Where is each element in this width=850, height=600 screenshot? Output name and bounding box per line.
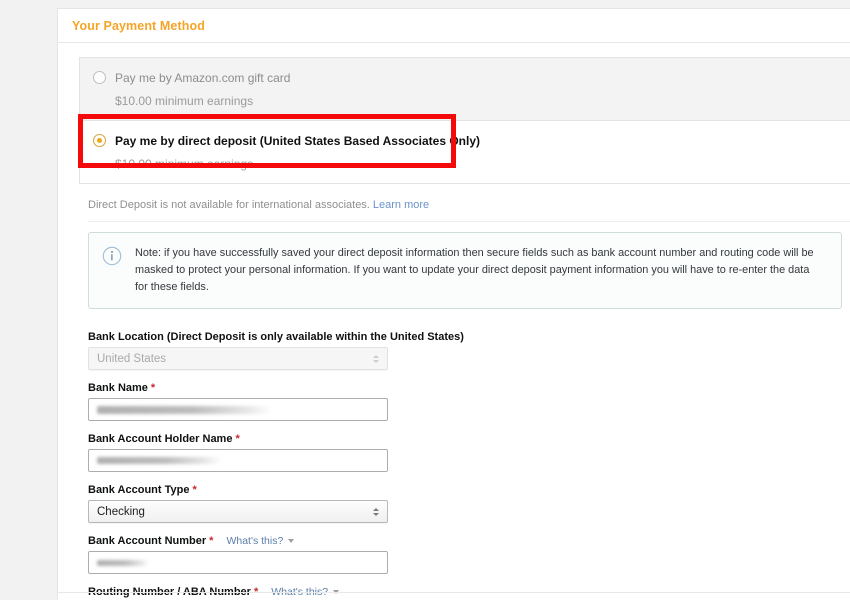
account-number-input[interactable]	[88, 551, 388, 574]
stepper-icon	[373, 507, 379, 516]
field-account-type-label: Bank Account Type *	[88, 484, 197, 496]
info-callout: Note: if you have successfully saved you…	[88, 232, 842, 309]
field-account-holder-name: Bank Account Holder Name *	[88, 433, 850, 472]
stepper-icon	[373, 354, 379, 363]
field-bank-name: Bank Name *	[88, 382, 850, 421]
radio-direct-deposit[interactable]	[93, 134, 106, 147]
info-callout-text: Note: if you have successfully saved you…	[135, 247, 814, 293]
required-marker: *	[192, 484, 197, 496]
radio-giftcard[interactable]	[93, 71, 106, 84]
international-notice-text: Direct Deposit is not available for inte…	[88, 199, 370, 211]
payment-option-direct-deposit-label: Pay me by direct deposit (United States …	[115, 133, 481, 148]
learn-more-link[interactable]: Learn more	[373, 199, 429, 211]
field-bank-location: Bank Location (Direct Deposit is only av…	[88, 331, 850, 370]
direct-deposit-form: Bank Location (Direct Deposit is only av…	[88, 331, 850, 600]
account-holder-name-input[interactable]	[88, 449, 388, 472]
redacted-value	[97, 405, 272, 414]
divider	[88, 221, 850, 222]
payment-option-group: Pay me by Amazon.com gift card $10.00 mi…	[79, 57, 850, 184]
field-account-holder-name-label: Bank Account Holder Name *	[88, 433, 240, 445]
bottom-divider	[57, 592, 850, 593]
account-type-select[interactable]: Checking	[88, 500, 388, 523]
payment-option-direct-deposit-sub: $10.00 minimum earnings	[115, 157, 254, 171]
field-account-number: Bank Account Number * What's this?	[88, 535, 850, 574]
redacted-value	[97, 559, 149, 566]
payment-option-giftcard-label: Pay me by Amazon.com gift card	[115, 70, 291, 85]
chevron-down-icon	[288, 539, 295, 544]
bank-location-value: United States	[97, 352, 167, 365]
payment-option-giftcard-sub: $10.00 minimum earnings	[115, 94, 254, 108]
field-routing-number: Routing Number / ABA Number * What's thi…	[88, 586, 850, 600]
card-body: Pay me by Amazon.com gift card $10.00 mi…	[58, 43, 850, 600]
field-account-type: Bank Account Type * Checking	[88, 484, 850, 523]
account-number-help-link[interactable]: What's this?	[226, 535, 295, 547]
bank-name-input[interactable]	[88, 398, 388, 421]
bank-location-select[interactable]: United States	[88, 347, 388, 370]
payment-option-direct-deposit[interactable]: Pay me by direct deposit (United States …	[80, 121, 850, 183]
redacted-value	[97, 457, 222, 464]
page-title: Your Payment Method	[72, 19, 205, 33]
required-marker: *	[235, 433, 240, 445]
field-account-number-label: Bank Account Number * What's this?	[88, 535, 850, 547]
info-icon	[102, 246, 122, 266]
card-header: Your Payment Method	[58, 9, 850, 43]
payment-option-giftcard[interactable]: Pay me by Amazon.com gift card $10.00 mi…	[80, 58, 850, 121]
required-marker: *	[150, 382, 156, 394]
required-marker: *	[209, 535, 214, 547]
field-bank-location-label: Bank Location (Direct Deposit is only av…	[88, 331, 464, 343]
international-notice: Direct Deposit is not available for inte…	[88, 199, 850, 211]
field-bank-name-label: Bank Name *	[88, 382, 156, 394]
payment-method-card: Your Payment Method Pay me by Amazon.com…	[57, 8, 850, 600]
account-type-value: Checking	[97, 505, 145, 518]
